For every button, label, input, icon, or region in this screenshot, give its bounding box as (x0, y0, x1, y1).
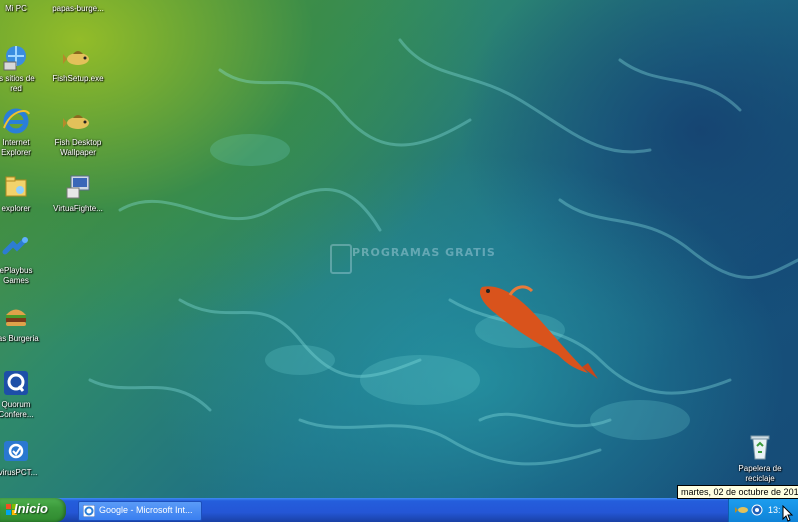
shortcut-label: red (10, 84, 22, 93)
desktop[interactable]: PROGRAMAS GRATIS Mi PC papas-burge... is… (0, 0, 798, 498)
shortcut-label: Fish Desktop (54, 138, 102, 147)
recycle-bin-shortcut[interactable]: Papelera de reciclaje (730, 432, 790, 484)
fish-tray-icon[interactable] (735, 504, 749, 516)
watermark-text: PROGRAMAS GRATIS (352, 246, 496, 259)
fish-icon (63, 42, 93, 72)
shortcut-label: ePlaybus (0, 266, 33, 275)
taskbar: Inicio Google - Microsoft Int... 13: (0, 498, 798, 522)
shortcut-label: Internet (2, 138, 30, 147)
recycle-bin-icon (745, 432, 775, 462)
shortcut-label: tivirusPCT... (0, 468, 38, 477)
taskbar-window-button-google[interactable]: Google - Microsoft Int... (78, 501, 202, 521)
quorum-icon (1, 368, 31, 398)
antivirus-tray-icon[interactable] (751, 504, 763, 516)
fishsetup-shortcut[interactable]: FishSetup.exe (48, 42, 108, 84)
fish-icon (63, 106, 93, 136)
burger-icon (1, 302, 31, 332)
shortcut-label: explorer (1, 204, 31, 213)
mis-sitios-de-red-shortcut[interactable]: is sitios de red (0, 42, 46, 94)
internet-explorer-shortcut[interactable]: Internet Explorer (0, 106, 46, 158)
playbus-icon (1, 234, 31, 264)
playbus-games-shortcut[interactable]: ePlaybus Games (0, 234, 46, 286)
shortcut-label: pas Burgeria (0, 334, 39, 343)
antivirus-icon (1, 436, 31, 466)
shortcut-label: FishSetup.exe (52, 74, 104, 83)
shortcut-label: Mi PC (5, 4, 27, 13)
shortcut-label: reciclaje (745, 474, 775, 483)
network-places-icon (1, 42, 31, 72)
start-label: Inicio (14, 501, 48, 516)
shortcut-label: Confere... (0, 410, 34, 419)
papas-burge-shortcut[interactable]: papas-burge... (48, 0, 108, 14)
mi-pc-shortcut[interactable]: Mi PC (0, 0, 46, 14)
shortcut-label: Explorer (1, 148, 31, 157)
shortcut-label: Games (3, 276, 29, 285)
shortcut-label: is sitios de (0, 74, 35, 83)
shortcut-label: VirtuaFighte... (53, 204, 103, 213)
virtuafighter-shortcut[interactable]: VirtuaFighte... (48, 172, 108, 214)
start-button[interactable]: Inicio (0, 498, 66, 522)
quorum-conference-shortcut[interactable]: Quorum Confere... (0, 368, 46, 420)
papas-burgeria-shortcut[interactable]: pas Burgeria (0, 302, 46, 344)
shortcut-label: papas-burge... (52, 4, 104, 13)
installer-icon (63, 172, 93, 202)
clock[interactable]: 13: (768, 505, 781, 515)
folder-explorer-icon (1, 172, 31, 202)
watermark-logo (330, 244, 352, 274)
taskbar-window-label: Google - Microsoft Int... (99, 505, 193, 515)
date-tooltip: martes, 02 de octubre de 2012 (677, 485, 798, 499)
internet-explorer-icon (83, 505, 95, 517)
explorer-shortcut[interactable]: explorer (0, 172, 46, 214)
shortcut-label: Papelera de (738, 464, 782, 473)
goldfish-image (479, 285, 598, 379)
shortcut-label: Wallpaper (60, 148, 96, 157)
fish-desktop-wallpaper-shortcut[interactable]: Fish Desktop Wallpaper (48, 106, 108, 158)
antivirus-pct-shortcut[interactable]: tivirusPCT... (0, 436, 46, 478)
shortcut-label: Quorum (1, 400, 31, 409)
mouse-cursor-icon (782, 505, 794, 522)
internet-explorer-icon (1, 106, 31, 136)
